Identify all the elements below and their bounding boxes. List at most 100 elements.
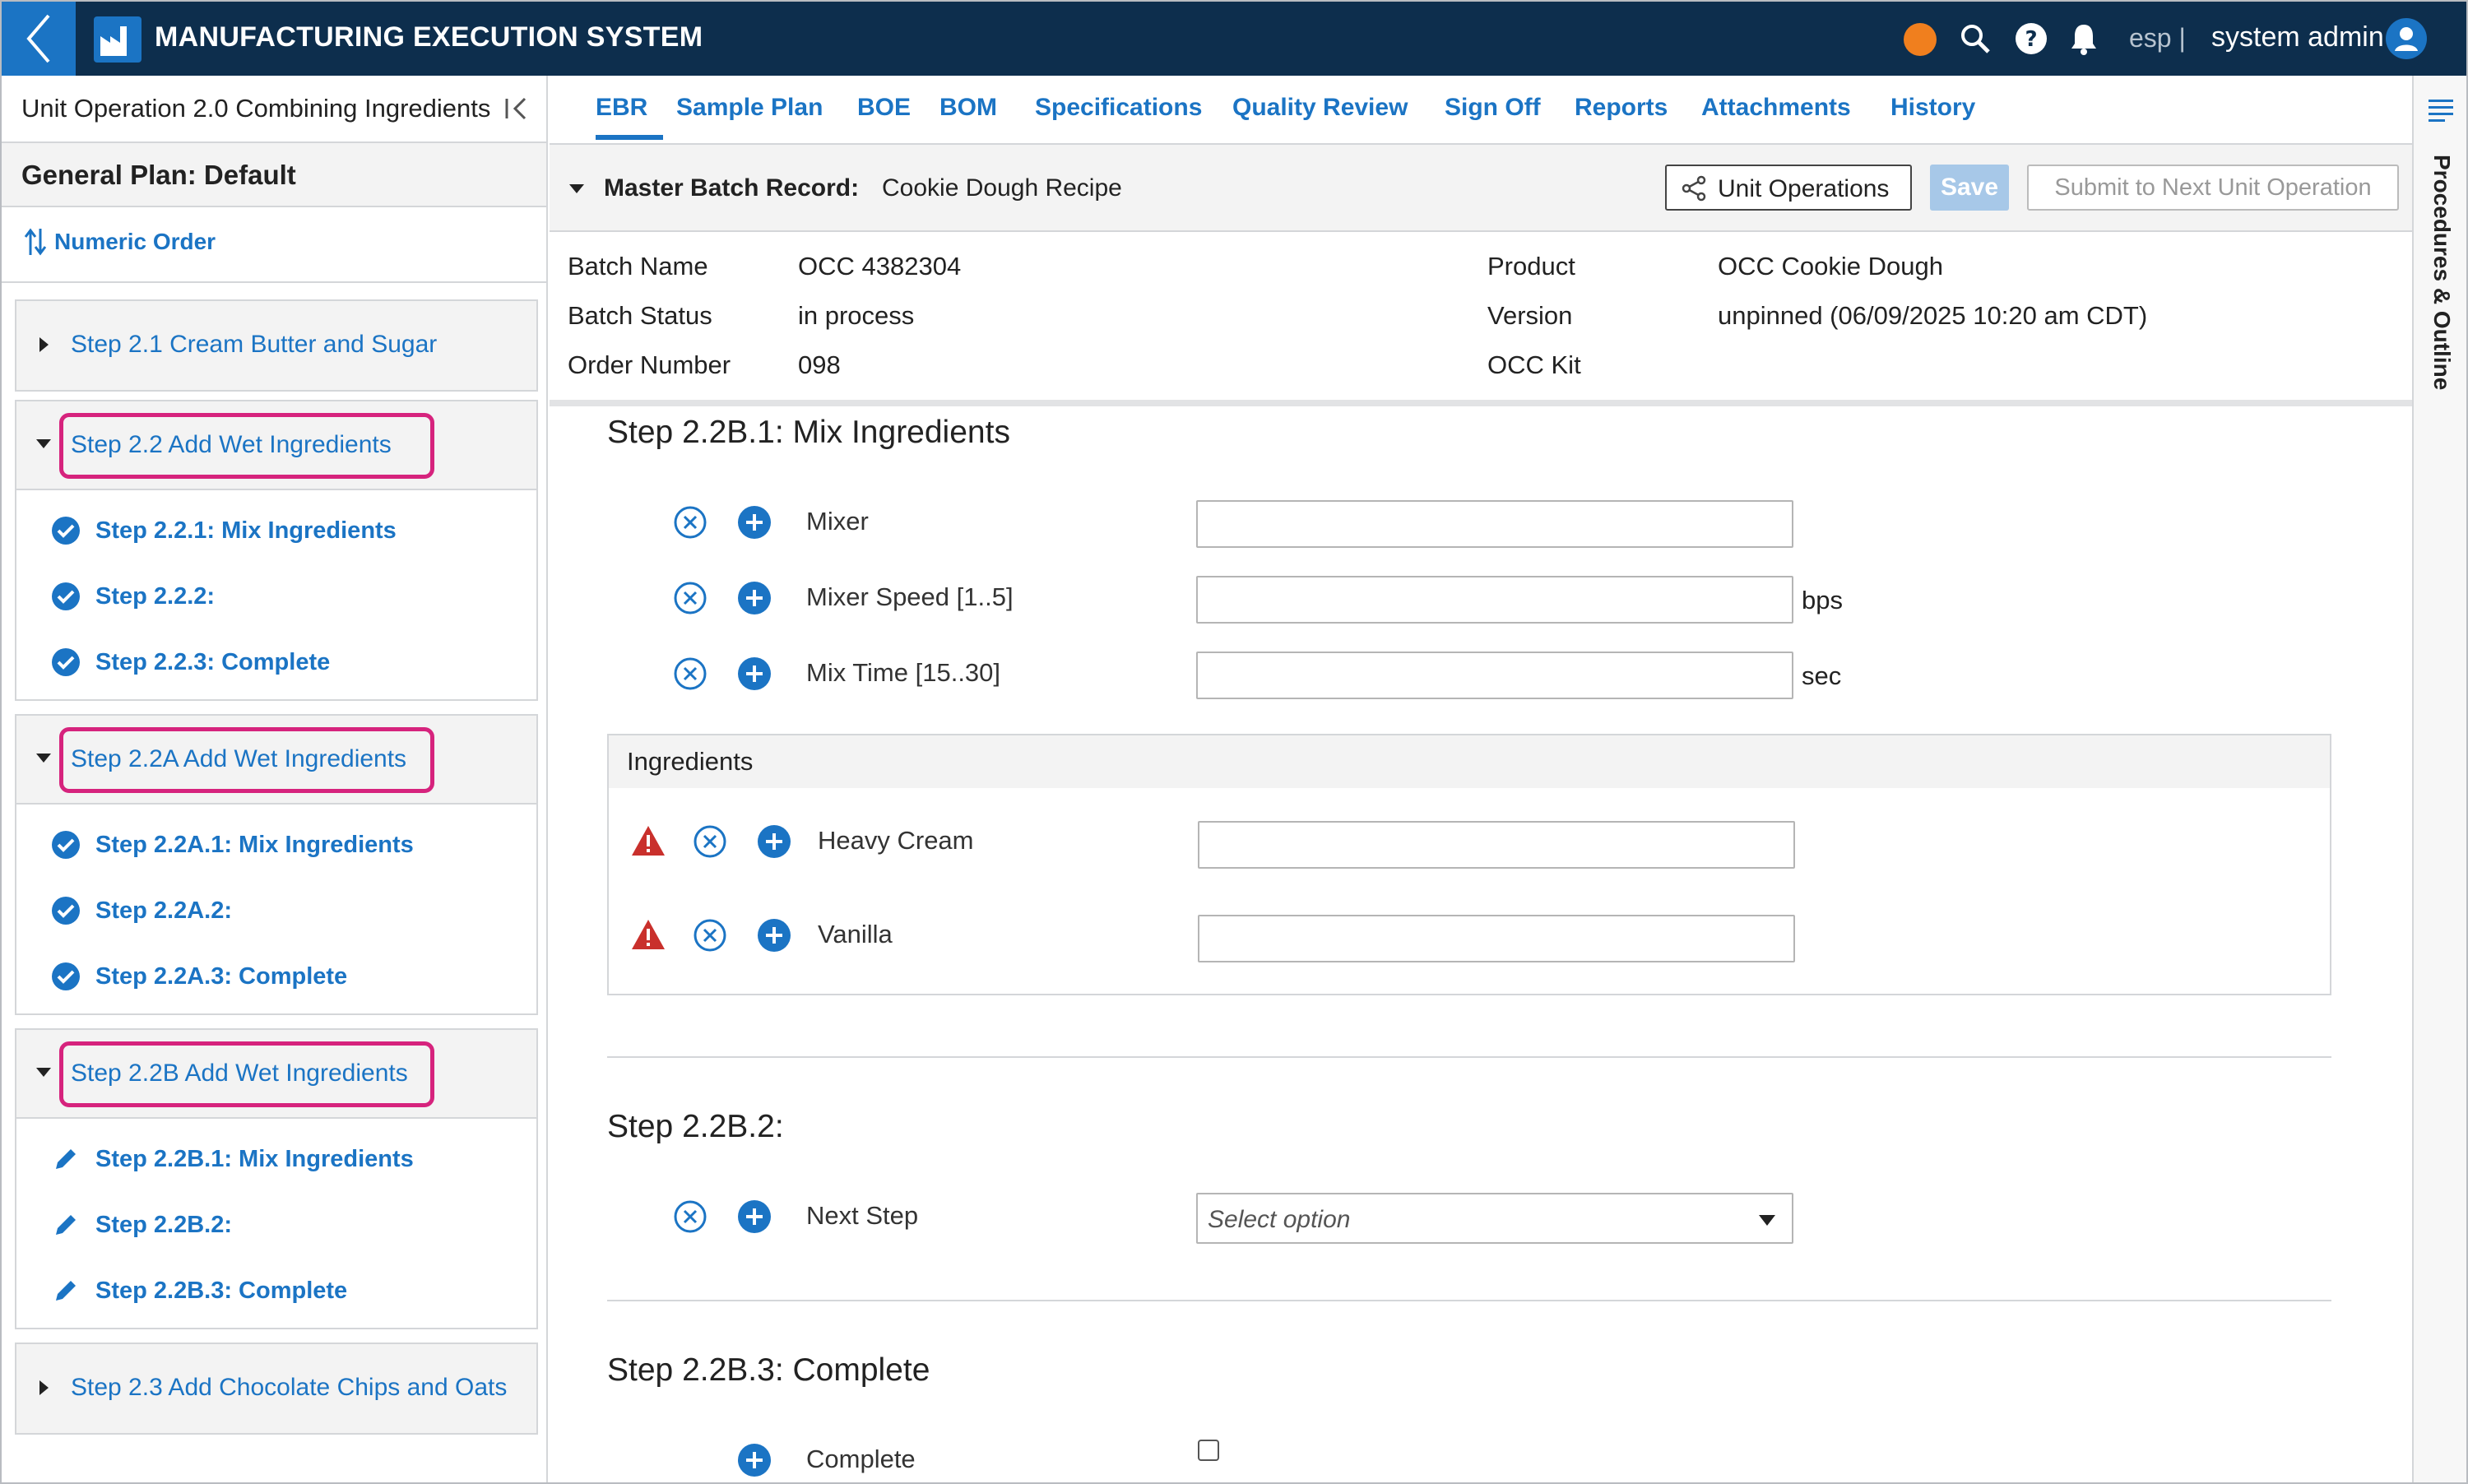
order-number-label: Order Number xyxy=(568,350,731,379)
kit-label: OCC Kit xyxy=(1487,350,1581,379)
back-button[interactable] xyxy=(2,2,76,76)
step-item[interactable]: Step 2.2.2: xyxy=(51,576,215,617)
step-group-label[interactable]: Step 2.2 Add Wet Ingredients xyxy=(71,431,392,459)
clear-icon[interactable] xyxy=(673,505,707,540)
clear-icon[interactable] xyxy=(673,656,707,691)
unit-operations-button[interactable]: Unit Operations xyxy=(1665,165,1912,211)
step-group-2-1: Step 2.1 Cream Butter and Sugar xyxy=(15,299,538,392)
add-icon[interactable] xyxy=(737,581,772,615)
unit-label: bps xyxy=(1802,586,1843,614)
step-item[interactable]: Step 2.2A.2: xyxy=(51,890,232,931)
submit-next-unit-button[interactable]: Submit to Next Unit Operation xyxy=(2027,165,2399,211)
complete-checkbox[interactable] xyxy=(1198,1440,1219,1461)
collapse-panel-icon[interactable] xyxy=(502,94,531,123)
add-icon[interactable] xyxy=(737,656,772,691)
right-rail: Procedures & Outline xyxy=(2412,76,2466,1482)
order-number-value: 098 xyxy=(798,350,841,379)
clear-icon[interactable] xyxy=(673,1199,707,1234)
step-group-header[interactable]: Step 2.1 Cream Butter and Sugar xyxy=(16,301,536,390)
batch-name-value: OCC 4382304 xyxy=(798,252,962,281)
tab-quality-review[interactable]: Quality Review xyxy=(1232,94,1408,122)
tab-attachments[interactable]: Attachments xyxy=(1701,94,1851,122)
ingredients-panel: Ingredients Heavy Cream Vanilla xyxy=(607,734,2331,995)
step-group-header[interactable]: Step 2.3 Add Chocolate Chips and Oats xyxy=(16,1344,536,1433)
version-label: Version xyxy=(1487,301,1573,330)
plan-name: General Plan: Default xyxy=(21,160,296,190)
next-step-select[interactable]: Select option xyxy=(1196,1193,1793,1244)
step-group-label[interactable]: Step 2.2A Add Wet Ingredients xyxy=(71,745,406,773)
version-value: unpinned (06/09/2025 10:20 am CDT) xyxy=(1718,301,2148,330)
step-group-label[interactable]: Step 2.3 Add Chocolate Chips and Oats xyxy=(71,1374,507,1402)
app-window: MANUFACTURING EXECUTION SYSTEM ? esp | s… xyxy=(0,0,2468,1484)
step-group-header[interactable]: Step 2.2 Add Wet Ingredients xyxy=(16,401,536,490)
caret-down-icon[interactable] xyxy=(36,439,51,448)
chevron-left-icon xyxy=(26,14,50,63)
field-label: Mix Time [15..30] xyxy=(806,658,1001,687)
status-indicator[interactable] xyxy=(1904,23,1937,56)
step-item[interactable]: Step 2.2.1: Mix Ingredients xyxy=(51,510,397,551)
step-item-label: Step 2.2B.3: Complete xyxy=(95,1277,348,1304)
unit-operation-title: Unit Operation 2.0 Combining Ingredients xyxy=(21,94,490,123)
outline-menu-icon[interactable] xyxy=(2427,97,2455,122)
svg-text:?: ? xyxy=(2025,27,2037,52)
tab-bom[interactable]: BOM xyxy=(939,94,997,122)
step-item[interactable]: Step 2.2B.1: Mix Ingredients xyxy=(51,1139,414,1180)
check-circle-icon xyxy=(52,831,80,859)
user-avatar-icon[interactable] xyxy=(2386,18,2427,59)
select-placeholder: Select option xyxy=(1208,1206,1351,1233)
order-row[interactable]: Numeric Order xyxy=(2,207,546,283)
search-icon[interactable] xyxy=(1958,21,1992,56)
step-content: Step 2.2B.1: Mix Ingredients Mixer Mixer… xyxy=(550,406,2412,1482)
step-item[interactable]: Step 2.2A.3: Complete xyxy=(51,956,347,997)
step-item[interactable]: Step 2.2.3: Complete xyxy=(51,642,330,683)
vanilla-input[interactable] xyxy=(1198,915,1795,962)
step-item[interactable]: Step 2.2A.1: Mix Ingredients xyxy=(51,824,414,865)
heavy-cream-input[interactable] xyxy=(1198,821,1795,869)
add-icon[interactable] xyxy=(737,505,772,540)
master-batch-record-bar: Master Batch Record: Cookie Dough Recipe… xyxy=(550,145,2412,232)
step-item[interactable]: Step 2.2B.3: Complete xyxy=(51,1270,347,1311)
add-icon[interactable] xyxy=(737,1199,772,1234)
step-group-label[interactable]: Step 2.2B Add Wet Ingredients xyxy=(71,1060,408,1087)
step-item[interactable]: Step 2.2B.2: xyxy=(51,1204,232,1245)
help-icon[interactable]: ? xyxy=(2014,21,2048,56)
clear-icon[interactable] xyxy=(693,918,727,953)
tab-history[interactable]: History xyxy=(1890,94,1975,122)
bell-icon[interactable] xyxy=(2067,21,2101,56)
add-icon[interactable] xyxy=(737,1443,772,1477)
step-group-2-2: Step 2.2 Add Wet Ingredients Step 2.2.1:… xyxy=(15,400,538,701)
mix-time-input[interactable] xyxy=(1196,652,1793,699)
tab-boe[interactable]: BOE xyxy=(857,94,911,122)
add-icon[interactable] xyxy=(757,918,791,953)
tab-ebr[interactable]: EBR xyxy=(596,94,647,122)
add-icon[interactable] xyxy=(757,824,791,859)
caret-down-icon[interactable] xyxy=(36,1068,51,1077)
unit-operations-label: Unit Operations xyxy=(1718,175,1890,202)
step-group-2-3: Step 2.3 Add Chocolate Chips and Oats xyxy=(15,1343,538,1435)
user-name[interactable]: system admin xyxy=(2211,21,2384,53)
product-label: Product xyxy=(1487,252,1575,281)
mixer-input[interactable] xyxy=(1196,500,1793,548)
clear-icon[interactable] xyxy=(673,581,707,615)
batch-status-label: Batch Status xyxy=(568,301,712,330)
language-switcher[interactable]: esp | xyxy=(2129,23,2186,53)
caret-right-icon[interactable] xyxy=(39,337,49,352)
tab-reports[interactable]: Reports xyxy=(1575,94,1668,122)
caret-down-icon[interactable] xyxy=(36,754,51,763)
clear-icon[interactable] xyxy=(693,824,727,859)
procedures-outline-toggle[interactable]: Procedures & Outline xyxy=(2429,155,2455,390)
tab-sign-off[interactable]: Sign Off xyxy=(1445,94,1541,122)
caret-right-icon[interactable] xyxy=(39,1380,49,1395)
tab-specifications[interactable]: Specifications xyxy=(1035,94,1202,122)
caret-down-icon xyxy=(1759,1215,1775,1226)
save-button[interactable]: Save xyxy=(1930,165,2009,211)
step-item-label: Step 2.2B.2: xyxy=(95,1211,232,1238)
mixer-speed-input[interactable] xyxy=(1196,576,1793,624)
mbr-value: Cookie Dough Recipe xyxy=(882,174,1122,202)
step-group-header[interactable]: Step 2.2A Add Wet Ingredients xyxy=(16,716,536,805)
numeric-order-toggle[interactable]: Numeric Order xyxy=(54,229,216,255)
step-group-header[interactable]: Step 2.2B Add Wet Ingredients xyxy=(16,1030,536,1119)
tab-sample-plan[interactable]: Sample Plan xyxy=(676,94,823,122)
caret-down-icon[interactable] xyxy=(569,184,584,193)
step-group-label[interactable]: Step 2.1 Cream Butter and Sugar xyxy=(71,331,437,359)
